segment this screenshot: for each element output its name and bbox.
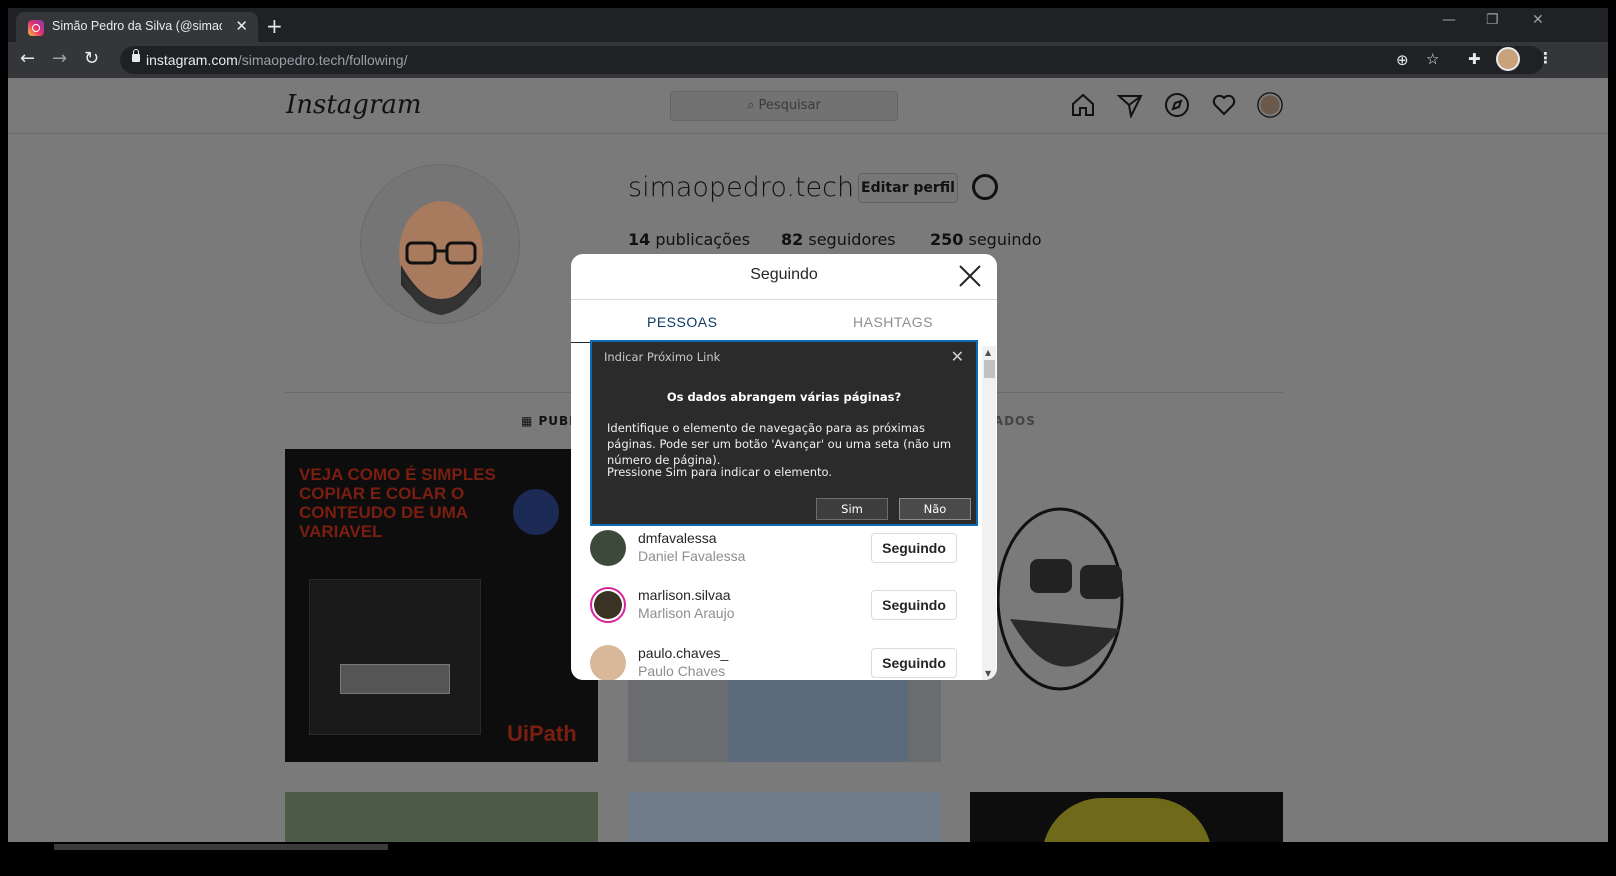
modal-scrollbar[interactable]: ▲ ▼ xyxy=(982,346,996,680)
post-1-inner-box xyxy=(340,664,450,694)
back-arrow-icon[interactable]: ← xyxy=(20,48,35,69)
modal-header: Seguindo xyxy=(571,254,997,300)
modal-title: Seguindo xyxy=(750,266,818,283)
followers-count: 82 xyxy=(781,230,804,249)
posts-stat: 14 publicações xyxy=(628,230,750,249)
user-avatar[interactable] xyxy=(590,645,626,680)
menu-kebab-icon[interactable]: ⋮ xyxy=(1538,49,1553,67)
user-username[interactable]: dmfavalessa xyxy=(638,530,717,546)
user-avatar[interactable] xyxy=(590,530,626,566)
url-text: instagram.com/simaopedro.tech/following/ xyxy=(146,52,407,68)
close-window-button[interactable]: ✕ xyxy=(1532,12,1544,28)
no-button[interactable]: Não xyxy=(899,498,971,520)
minimize-button[interactable]: — xyxy=(1442,12,1456,28)
list-item[interactable]: dmfavalessa Daniel Favalessa Seguindo xyxy=(587,524,967,578)
avatar-photo xyxy=(594,591,622,619)
post-1-text: VEJA COMO É SIMPLES COPIAR E COLAR O CON… xyxy=(299,465,496,541)
user-username[interactable]: paulo.chaves_ xyxy=(638,645,728,661)
uipath-logo: UiPath xyxy=(507,721,577,746)
following-button[interactable]: Seguindo xyxy=(871,590,957,620)
list-item[interactable]: marlison.silvaa Marlison Araujo Seguindo xyxy=(587,581,967,635)
horizontal-scrollbar[interactable] xyxy=(54,844,388,850)
list-item[interactable]: paulo.chaves_ Paulo Chaves Seguindo xyxy=(587,639,967,680)
profile-username: simaopedro.tech xyxy=(628,172,855,203)
posts-label: publicações xyxy=(655,230,751,249)
instagram-favicon-icon xyxy=(28,20,44,36)
close-icon[interactable] xyxy=(957,263,983,289)
new-tab-button[interactable]: + xyxy=(266,14,283,38)
post-1-bird-icon xyxy=(513,489,559,535)
search-input[interactable]: ⌕ Pesquisar xyxy=(670,91,898,121)
user-fullname: Paulo Chaves xyxy=(638,663,726,679)
followers-label: seguidores xyxy=(808,230,896,249)
address-bar[interactable]: instagram.com/simaopedro.tech/following/… xyxy=(120,46,1544,74)
following-count: 250 xyxy=(930,230,964,249)
heart-icon[interactable] xyxy=(1211,92,1237,118)
restore-button[interactable]: ❐ xyxy=(1486,12,1499,28)
url-path: /simaopedro.tech/following/ xyxy=(237,52,408,68)
post-tile-3[interactable] xyxy=(970,449,1283,762)
tab-people[interactable]: PESSOAS xyxy=(647,314,717,330)
modal-tabs: PESSOAS HASHTAGS xyxy=(571,300,997,344)
explore-icon[interactable] xyxy=(1164,92,1190,118)
user-fullname: Daniel Favalessa xyxy=(638,548,746,564)
zoom-icon[interactable]: ⊕ xyxy=(1396,51,1409,69)
direct-icon[interactable] xyxy=(1116,92,1143,120)
scroll-down-arrow-icon[interactable]: ▼ xyxy=(985,669,991,678)
bookmark-star-icon[interactable]: ☆ xyxy=(1426,50,1439,68)
dialog-question: Os dados abrangem várias páginas? xyxy=(666,390,902,404)
instagram-logo[interactable]: Instagram xyxy=(286,90,422,120)
home-icon[interactable] xyxy=(1070,92,1096,118)
search-placeholder: Pesquisar xyxy=(758,98,821,113)
tab-hashtags[interactable]: HASHTAGS xyxy=(853,314,933,330)
posts-count: 14 xyxy=(628,230,651,249)
profile-avatar[interactable] xyxy=(360,164,520,324)
forward-arrow-icon[interactable]: → xyxy=(52,48,67,69)
settings-gear-icon[interactable] xyxy=(972,174,998,200)
post-1-screenshot xyxy=(309,579,481,735)
browser-profile-avatar[interactable] xyxy=(1496,47,1520,71)
followers-stat[interactable]: 82 seguidores xyxy=(781,230,896,249)
user-fullname: Marlison Araujo xyxy=(638,605,735,621)
scroll-up-arrow-icon[interactable]: ▲ xyxy=(985,348,991,357)
post-tile-1[interactable]: VEJA COMO É SIMPLES COPIAR E COLAR O CON… xyxy=(285,449,598,762)
tab-strip: Simão Pedro da Silva (@simaope ✕ + — ❐ ✕ xyxy=(8,8,1608,42)
user-avatar[interactable] xyxy=(590,587,626,623)
browser-window: Simão Pedro da Silva (@simaope ✕ + — ❐ ✕… xyxy=(8,8,1608,868)
following-stat[interactable]: 250 seguindo xyxy=(930,230,1042,249)
url-host: instagram.com xyxy=(146,52,238,68)
dialog-hint: Pressione Sim para indicar o elemento. xyxy=(607,465,832,479)
tab-posts[interactable]: ▦ PUBL xyxy=(521,414,578,428)
tab-close-icon[interactable]: ✕ xyxy=(235,17,248,35)
scroll-thumb[interactable] xyxy=(984,360,995,378)
tab-title: Simão Pedro da Silva (@simaope xyxy=(52,19,222,33)
following-label: seguindo xyxy=(968,230,1042,249)
edit-profile-button[interactable]: Editar perfil xyxy=(858,173,958,203)
browser-toolbar: ← → ↻ instagram.com/simaopedro.tech/foll… xyxy=(8,42,1608,78)
dialog-title: Indicar Próximo Link xyxy=(604,350,721,364)
browser-tab[interactable]: Simão Pedro da Silva (@simaope ✕ xyxy=(16,12,258,42)
instagram-header: Instagram ⌕ Pesquisar xyxy=(8,78,1608,134)
next-link-dialog: Indicar Próximo Link ✕ Os dados abrangem… xyxy=(590,340,978,526)
lock-icon xyxy=(132,49,140,62)
dialog-instructions: Identifique o elemento de navegação para… xyxy=(607,421,952,467)
profile-icon[interactable] xyxy=(1257,92,1283,118)
reload-icon[interactable]: ↻ xyxy=(84,48,99,69)
following-button[interactable]: Seguindo xyxy=(871,533,957,563)
following-button[interactable]: Seguindo xyxy=(871,648,957,678)
extensions-icon[interactable]: ✚ xyxy=(1468,50,1481,68)
dialog-close-icon[interactable]: ✕ xyxy=(951,347,964,366)
yes-button[interactable]: Sim xyxy=(816,498,888,520)
user-username[interactable]: marlison.silvaa xyxy=(638,587,731,603)
